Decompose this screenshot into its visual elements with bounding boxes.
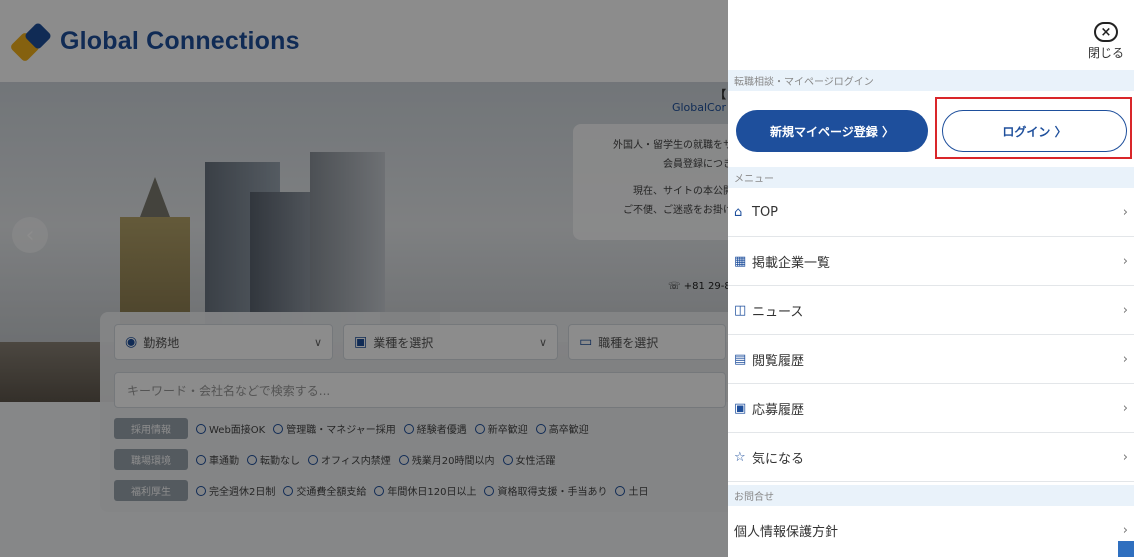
apply-icon: ▣ (734, 400, 747, 416)
chevron-right-icon: › (1122, 302, 1128, 318)
section-header-contact: お問合せ (728, 485, 1134, 506)
login-highlight-box (935, 97, 1132, 159)
home-icon: ⌂ (734, 204, 743, 220)
section-header-menu: メニュー (728, 167, 1134, 188)
close-label: 閉じる (1087, 46, 1124, 60)
menu-item-news[interactable]: ◫ ニュース › (728, 286, 1134, 335)
star-icon: ☆ (734, 449, 746, 465)
chevron-right-icon: › (1122, 523, 1128, 538)
menu-item-view-history[interactable]: ▤ 閲覧履歴 › (728, 335, 1134, 384)
history-icon: ▤ (734, 351, 747, 367)
section-header-login: 転職相談・マイページログイン (728, 70, 1134, 91)
menu-item-top[interactable]: ⌂ TOP › (728, 188, 1134, 237)
close-button[interactable]: × 閉じる (1086, 22, 1126, 61)
chevron-right-icon: › (1122, 449, 1128, 465)
menu-item-label: ニュース (752, 304, 804, 320)
menu-item-label: 閲覧履歴 (752, 353, 805, 369)
menu-item-apply-history[interactable]: ▣ 応募履歴 › (728, 384, 1134, 433)
book-icon: ◫ (734, 302, 747, 318)
chevron-right-icon: › (1122, 351, 1128, 367)
menu-item-companies[interactable]: ▦ 掲載企業一覧 › (728, 237, 1134, 286)
scroll-indicator-icon (1118, 541, 1134, 557)
menu-item-label: 掲載企業一覧 (752, 255, 831, 271)
chevron-right-icon: › (1122, 253, 1128, 269)
side-drawer: × 閉じる 転職相談・マイページログイン 新規マイページ登録 〉 ログイン 〉 … (728, 0, 1134, 557)
chevron-right-icon: › (1122, 400, 1128, 416)
menu-item-favorites[interactable]: ☆ 気になる › (728, 433, 1134, 482)
register-mypage-button[interactable]: 新規マイページ登録 〉 (736, 110, 928, 152)
menu-item-label: 気になる (752, 451, 805, 467)
menu-item-label: 個人情報保護方針 (734, 525, 839, 540)
building-icon: ▦ (734, 253, 747, 269)
menu-item-label: TOP (752, 204, 779, 220)
menu-item-privacy-policy[interactable]: 個人情報保護方針 › (728, 506, 1134, 555)
chevron-right-icon: › (1122, 204, 1128, 220)
menu-item-label: 応募履歴 (752, 402, 805, 418)
close-icon: × (1094, 22, 1118, 42)
